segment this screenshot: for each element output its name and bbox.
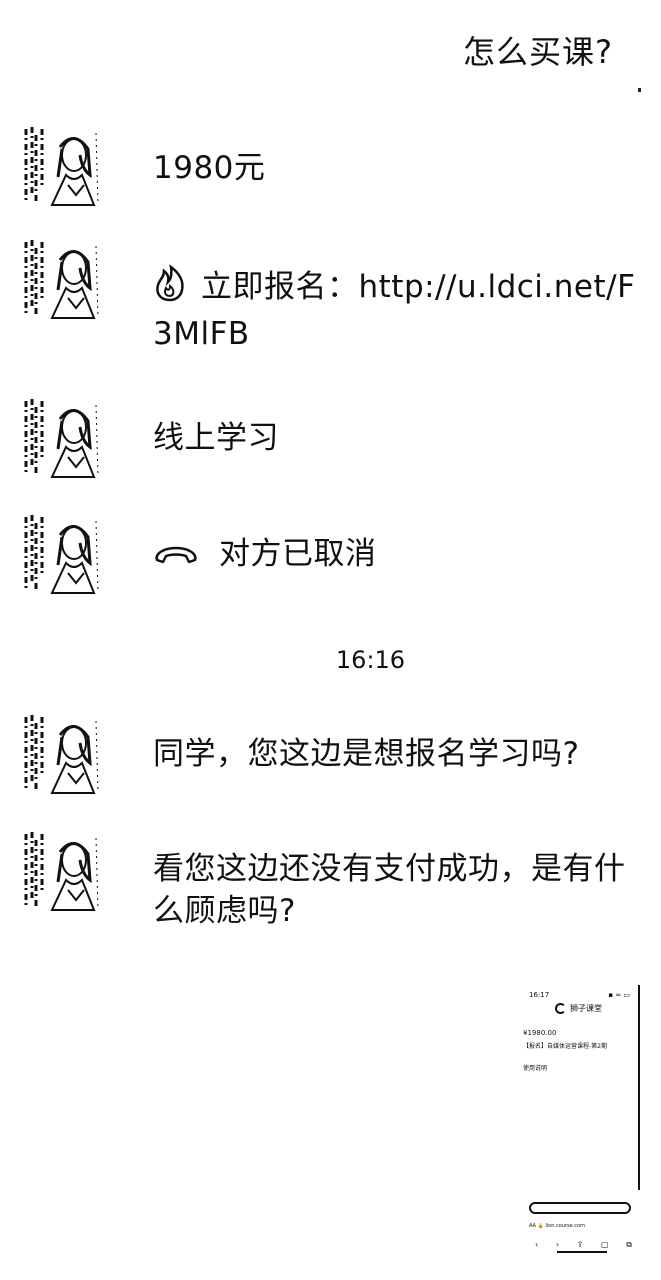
- chat-view: 怎么买课? 1980元 立即报名：http://u.ldci.net/F3MlF…: [0, 0, 661, 1280]
- avatar[interactable]: [22, 238, 104, 320]
- incoming-message[interactable]: 线上学习: [153, 417, 639, 459]
- image-nav-back-icon: ‹: [535, 1240, 539, 1249]
- message-text: 立即报名：http://u.ldci.net/F3MlFB: [153, 269, 636, 352]
- chat-timestamp: 16:16: [335, 646, 406, 674]
- image-status-icons: ▪ ≈ ▭: [608, 991, 630, 999]
- image-message[interactable]: 16:17 ▪ ≈ ▭ 狮子课堂 ¥1980.00 【报名】自媒体运营课程-第2…: [515, 985, 640, 1255]
- incoming-message[interactable]: 立即报名：http://u.ldci.net/F3MlFB: [153, 264, 639, 355]
- image-product-title: 【报名】自媒体运营课程-第2期: [523, 1043, 607, 1050]
- message-text: 怎么买课?: [463, 33, 613, 71]
- avatar[interactable]: [22, 830, 104, 912]
- image-url-text: AA 🔒 lion.course.com: [529, 1223, 585, 1229]
- fire-icon: [153, 264, 187, 313]
- image-brand-name: 狮子课堂: [570, 1004, 602, 1013]
- image-home-indicator: [557, 1251, 607, 1253]
- avatar[interactable]: [22, 513, 104, 595]
- phone-hangup-icon: [153, 535, 199, 577]
- incoming-message[interactable]: 同学，您这边是想报名学习吗?: [153, 733, 639, 775]
- image-link: 使用说明: [523, 1065, 548, 1072]
- incoming-message[interactable]: 1980元: [153, 147, 639, 189]
- outgoing-message[interactable]: 怎么买课?: [463, 28, 613, 76]
- image-nav-bookmark-icon: ▢: [601, 1240, 609, 1249]
- message-text: 线上学习: [153, 420, 279, 456]
- avatar[interactable]: [22, 125, 104, 207]
- image-brand: 狮子课堂: [555, 1003, 602, 1014]
- brand-logo-icon: [555, 1003, 566, 1014]
- image-edge: [638, 985, 640, 1190]
- scroll-marker: [638, 88, 641, 92]
- image-nav-share-icon: ⇪: [576, 1240, 584, 1249]
- message-text: 同学，您这边是想报名学习吗?: [153, 736, 580, 772]
- incoming-message[interactable]: 看您这边还没有支付成功，是有什么顾虑吗?: [153, 848, 639, 932]
- message-text: 对方已取消: [219, 536, 377, 572]
- image-nav-forward-icon: ›: [555, 1240, 560, 1249]
- image-status-time: 16:17: [529, 991, 550, 999]
- message-text: 看您这边还没有支付成功，是有什么顾虑吗?: [153, 851, 626, 929]
- incoming-call-message[interactable]: 对方已取消: [153, 533, 639, 577]
- message-text: 1980元: [153, 150, 266, 186]
- image-url-bar: [529, 1202, 631, 1214]
- image-nav-tabs-icon: ⧉: [626, 1240, 632, 1249]
- image-status-bar: 16:17 ▪ ≈ ▭: [529, 991, 630, 999]
- image-nav-bar: ‹ › ⇪ ▢ ⧉: [535, 1240, 632, 1250]
- avatar[interactable]: [22, 397, 104, 479]
- avatar[interactable]: [22, 713, 104, 795]
- image-price: ¥1980.00: [523, 1029, 557, 1037]
